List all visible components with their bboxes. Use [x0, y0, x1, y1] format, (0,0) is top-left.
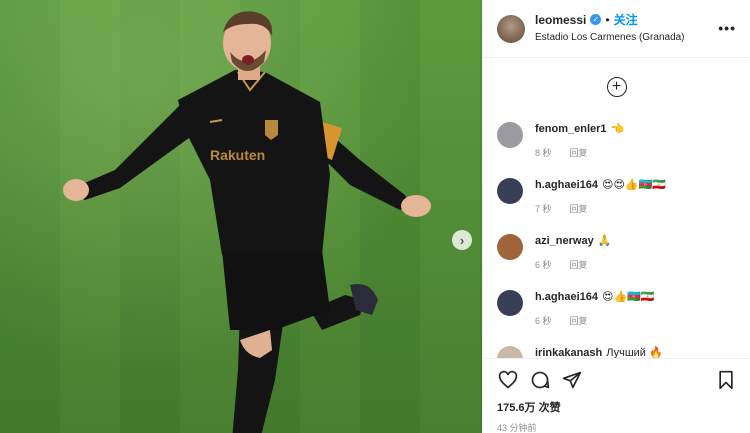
post-viewer: Rakuten › leomessi ✓ • 关注 Estadio Los Ca	[0, 0, 750, 433]
comment-line: h.aghaei164 😍😍👍🇦🇿🇮🇷	[535, 178, 666, 192]
bookmark-icon[interactable]	[715, 369, 737, 391]
location-link[interactable]: Estadio Los Carmenes (Granada)	[535, 30, 685, 46]
comment-item: h.aghaei164 😍😍👍🇦🇿🇮🇷 7 秒 回复	[483, 172, 750, 228]
comment-text: 😍😍👍🇦🇿🇮🇷	[601, 179, 667, 191]
comment-meta: 8 秒 回复	[535, 146, 624, 159]
comment-item: h.aghaei164 😍👍🇦🇿🇮🇷 6 秒 回复	[483, 284, 750, 340]
add-row: +	[483, 58, 750, 116]
reply-button[interactable]: 回复	[570, 202, 588, 215]
commenter-avatar[interactable]	[497, 178, 523, 204]
commenter-avatar[interactable]	[497, 290, 523, 316]
comment-time: 6 秒	[535, 260, 552, 270]
commenter-avatar[interactable]	[497, 122, 523, 148]
commenter-username[interactable]: h.aghaei164	[535, 291, 598, 303]
comment-body: fenom_enler1 👈 8 秒 回复	[535, 122, 624, 159]
comment-line: azi_nerway 🙏	[535, 234, 611, 248]
chevron-right-icon: ›	[459, 232, 465, 248]
commenter-username[interactable]: azi_nerway	[535, 235, 594, 247]
comment-body: irinkakanash Лучший 🔥	[535, 346, 663, 358]
reply-button[interactable]: 回复	[570, 314, 588, 327]
comment-item: irinkakanash Лучший 🔥	[483, 340, 750, 358]
commenter-username[interactable]: fenom_enler1	[535, 123, 607, 135]
comment-item: azi_nerway 🙏 6 秒 回复	[483, 228, 750, 284]
reply-button[interactable]: 回复	[570, 258, 588, 271]
comment-meta: 7 秒 回复	[535, 202, 666, 215]
separator-dot: •	[605, 12, 610, 27]
comment-text: 🙏	[597, 235, 612, 247]
comment-body: h.aghaei164 😍👍🇦🇿🇮🇷 6 秒 回复	[535, 290, 655, 327]
header-top-line: leomessi ✓ • 关注	[535, 12, 685, 28]
more-options-icon[interactable]: •••	[718, 20, 736, 36]
verified-badge-icon: ✓	[590, 14, 602, 25]
commenter-avatar[interactable]	[497, 234, 523, 260]
comment-text: 😍👍🇦🇿🇮🇷	[601, 291, 655, 303]
post-header: leomessi ✓ • 关注 Estadio Los Carmenes (Gr…	[483, 0, 750, 58]
comment-time: 6 秒	[535, 316, 552, 326]
comment-icon[interactable]	[529, 369, 551, 391]
comment-text: Лучший 🔥	[606, 347, 663, 358]
action-icons	[497, 369, 737, 391]
avatar[interactable]	[497, 14, 525, 43]
heart-icon[interactable]	[497, 369, 519, 391]
comment-time: 8 秒	[535, 148, 552, 158]
username-link[interactable]: leomessi	[535, 12, 586, 28]
comment-list: fenom_enler1 👈 8 秒回复 h.aghaei164 😍😍👍🇦🇿🇮🇷 7…	[483, 116, 750, 358]
add-circle-icon[interactable]: +	[606, 77, 627, 97]
commenter-username[interactable]: irinkakanash	[535, 347, 602, 358]
post-side-panel: leomessi ✓ • 关注 Estadio Los Carmenes (Gr…	[482, 0, 750, 433]
follow-button[interactable]: 关注	[614, 12, 638, 28]
player-illustration: Rakuten	[63, 11, 431, 433]
comment-time: 7 秒	[535, 204, 552, 214]
comment-meta: 6 秒 回复	[535, 258, 611, 271]
post-timestamp: 43 分钟前	[497, 423, 537, 433]
comment-line: fenom_enler1 👈	[535, 122, 624, 136]
comment-text: 👈	[610, 123, 625, 135]
svg-text:Rakuten: Rakuten	[210, 147, 265, 163]
comment-body: azi_nerway 🙏 6 秒 回复	[535, 234, 611, 271]
post-photo[interactable]: Rakuten ›	[0, 0, 482, 433]
reply-button[interactable]: 回复	[570, 146, 588, 159]
comment-line: irinkakanash Лучший 🔥	[535, 346, 663, 358]
like-count[interactable]: 175.6万 次赞	[497, 399, 737, 415]
comment-body: h.aghaei164 😍😍👍🇦🇿🇮🇷 7 秒 回复	[535, 178, 666, 215]
share-icon[interactable]	[561, 369, 583, 391]
comment-line: h.aghaei164 😍👍🇦🇿🇮🇷	[535, 290, 655, 304]
comment-item: fenom_enler1 👈 8 秒 回复	[483, 116, 750, 172]
commenter-username[interactable]: h.aghaei164	[535, 179, 598, 191]
header-text: leomessi ✓ • 关注 Estadio Los Carmenes (Gr…	[535, 12, 685, 46]
next-photo-button[interactable]: ›	[452, 230, 472, 250]
commenter-avatar[interactable]	[497, 346, 523, 358]
post-actions: 175.6万 次赞 43 分钟前	[483, 358, 750, 433]
comment-meta: 6 秒 回复	[535, 314, 655, 327]
